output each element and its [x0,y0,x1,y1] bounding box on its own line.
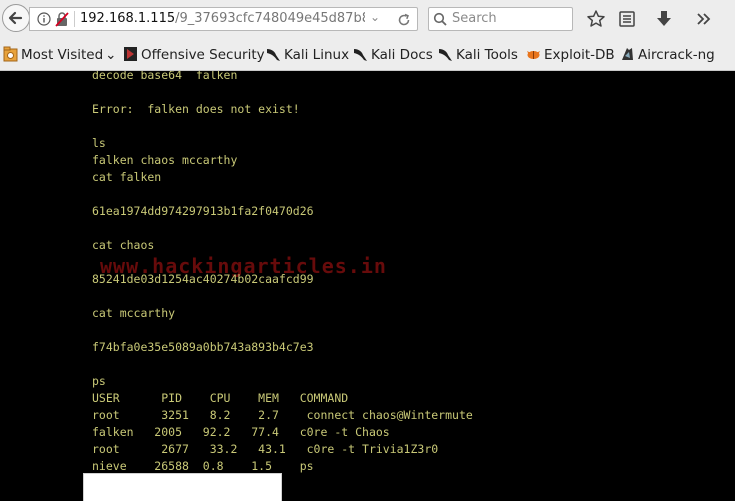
terminal-line: cat chaos [92,238,155,252]
bookmark-label: Most Visited [21,47,104,63]
terminal-line: ps [92,374,106,388]
search-placeholder: Search [452,11,497,26]
terminal-line: USER PID CPU MEM COMMAND [92,391,349,405]
reload-icon[interactable] [396,12,412,28]
bookmark-label: Exploit-DB [544,47,615,63]
bookmarks-toolbar: Most Visited ⌄ Offensive Security Kali Li… [0,38,735,71]
bookmark-exploit-db[interactable]: Exploit-DB [526,46,615,64]
terminal-line: cat falken [92,170,162,184]
kali-tools-icon [439,49,452,61]
info-icon[interactable] [37,12,51,26]
bookmark-kali-docs[interactable]: Kali Docs [353,46,433,64]
bookmark-label: Offensive Security [141,47,265,63]
terminal-line: cat mccarthy [92,306,176,320]
url-dropdown-icon[interactable]: ⌄ [370,10,380,24]
terminal-output: www.hackingarticles.in decode base64 fal… [0,71,735,501]
search-icon [433,12,447,26]
reading-list-icon[interactable] [617,9,637,29]
back-arrow-icon [8,11,23,25]
bookmark-kali-tools[interactable]: Kali Tools [438,46,518,64]
url-path: /9_37693cfc748049e45d87b8 [175,11,365,26]
terminal-line: f74bfa0e35e5089a0bb743a893b4c7e3 [92,340,314,354]
chevron-down-icon: ⌄ [105,47,117,63]
browser-toolbar: 192.168.1.115/9_37693cfc748049e45d87b8 ⌄… [0,0,735,38]
terminal-line: root 2677 33.2 43.1 c0re -t Trivia1Z3r0 [92,442,439,456]
bookmark-label: Kali Linux [284,47,350,63]
bookmark-kali-linux[interactable]: Kali Linux [266,46,349,64]
bookmark-most-visited[interactable]: Most Visited ⌄ [3,46,116,64]
insecure-lock-icon[interactable] [55,12,69,27]
terminal-line: Error: falken does not exist! [92,102,300,116]
exploit-db-icon [527,51,540,59]
search-bar[interactable]: Search [428,7,573,31]
offsec-icon [124,47,137,61]
bookmark-label: Kali Docs [371,47,433,63]
terminal-line: 85241de03d1254ac40274b02caafcd99 [92,272,314,286]
aircrack-ng-icon [622,48,633,60]
url-text[interactable]: 192.168.1.115/9_37693cfc748049e45d87b8 [80,11,365,27]
url-separator [74,11,75,27]
bookmark-label: Kali Tools [456,47,518,63]
url-host: 192.168.1.115 [80,11,176,26]
url-bar[interactable]: 192.168.1.115/9_37693cfc748049e45d87b8 ⌄ [29,7,418,31]
kali-docs-icon [354,49,367,61]
bookmark-aircrack-ng[interactable]: Aircrack-ng [620,46,715,64]
most-visited-icon [3,46,18,62]
terminal-line: root 3251 8.2 2.7 connect chaos@Wintermu… [92,408,473,422]
bookmark-label: Aircrack-ng [638,47,715,63]
terminal-line: ls [92,136,106,150]
bookmark-star-icon[interactable] [586,9,606,29]
overflow-menu-icon[interactable] [694,9,714,29]
terminal-line: falken chaos mccarthy [92,153,238,167]
popup-box[interactable] [83,473,282,501]
terminal-line: 61ea1974dd974297913b1fa2f0470d26 [92,204,314,218]
terminal-line: decode base64 falken [92,71,238,82]
terminal-line: falken 2005 92.2 77.4 c0re -t Chaos [92,425,390,439]
bookmark-offensive-security[interactable]: Offensive Security [123,46,265,64]
kali-linux-icon [267,49,280,61]
downloads-icon[interactable] [654,9,674,29]
terminal-lines: decode base64 falken Error: falken does n… [92,71,473,475]
back-button[interactable] [2,4,30,32]
